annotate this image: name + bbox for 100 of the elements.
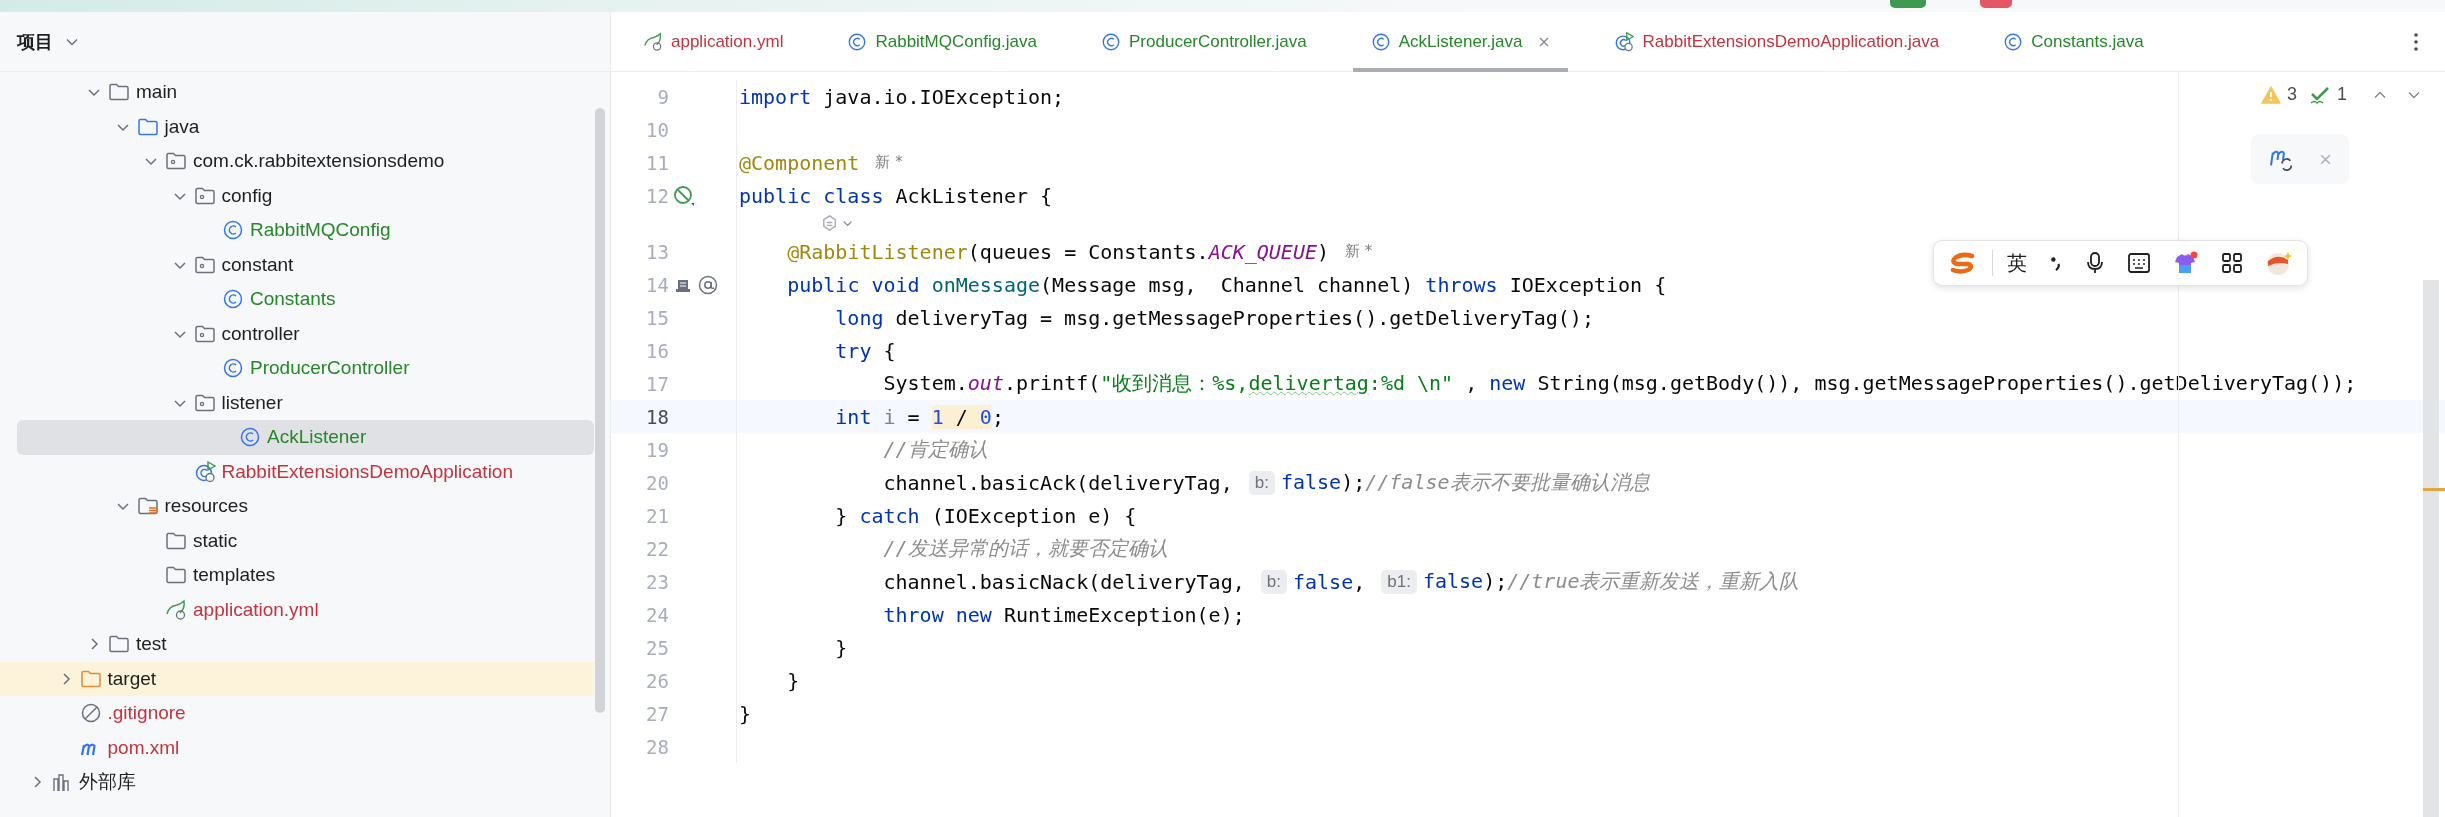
spring-app-icon bbox=[193, 460, 216, 483]
tree-item[interactable]: RabbitMQConfig bbox=[0, 213, 594, 248]
line-number: 26 bbox=[645, 669, 669, 692]
at-sign-icon[interactable] bbox=[697, 273, 719, 296]
more-options-icon[interactable] bbox=[2413, 31, 2419, 52]
code-text: long deliveryTag = msg.getMessageProperties().getDeliveryTag(); bbox=[835, 305, 1594, 330]
code-text: } bbox=[739, 701, 752, 726]
tree-item[interactable]: RabbitExtensionsDemoApplication bbox=[0, 454, 594, 489]
code-text: false);//true表示重新发送，重新入队 bbox=[1422, 568, 1800, 595]
parameter-hint: b1: bbox=[1381, 569, 1417, 594]
code-text: } bbox=[787, 668, 800, 693]
editor-tab[interactable]: AckListener.java bbox=[1352, 11, 1569, 72]
code-text: public class AckListener { bbox=[739, 183, 1053, 208]
file-name: ProducerController bbox=[250, 357, 410, 380]
keyboard-icon[interactable] bbox=[2127, 252, 2151, 274]
code-text: import java.io.IOException; bbox=[739, 84, 1065, 109]
code-text: //肯定确认 bbox=[883, 436, 988, 463]
line-number: 16 bbox=[645, 339, 669, 362]
file-name: templates bbox=[193, 564, 276, 587]
editor-tab[interactable]: RabbitExtensionsDemoApplication.java bbox=[1596, 11, 1958, 72]
shirt-icon[interactable] bbox=[2173, 251, 2199, 275]
tree-item[interactable]: config bbox=[0, 178, 594, 213]
line-number: 17 bbox=[645, 372, 669, 395]
ignore-icon bbox=[79, 702, 102, 725]
code-text: @RabbitListener(queues = Constants.ACK_QUEUE) bbox=[787, 239, 1330, 264]
tree-item[interactable]: static bbox=[0, 523, 594, 558]
tree-item[interactable]: ProducerController bbox=[0, 351, 594, 386]
author-hint[interactable]: 新 * bbox=[1345, 242, 1373, 261]
line-number: 10 bbox=[645, 118, 669, 141]
tree-item[interactable]: com.ck.rabbitextensionsdemo bbox=[0, 144, 594, 179]
parameter-hint: b: bbox=[1248, 470, 1275, 495]
editor-tab[interactable]: application.yml bbox=[625, 11, 802, 72]
close-icon[interactable] bbox=[1538, 35, 1551, 48]
line-number: 24 bbox=[645, 603, 669, 626]
tree-item[interactable]: .gitignore bbox=[0, 696, 594, 731]
editor-tab[interactable]: RabbitMQConfig.java bbox=[829, 11, 1056, 72]
tree-item[interactable]: templates bbox=[0, 558, 594, 593]
file-name: .gitignore bbox=[107, 702, 186, 725]
code-text: //发送异常的话，就要否定确认 bbox=[883, 535, 1168, 562]
tree-item[interactable]: constant bbox=[0, 247, 594, 282]
line-number: 14 bbox=[645, 273, 669, 296]
tree-item[interactable]: controller bbox=[0, 316, 594, 351]
line-number: 21 bbox=[645, 504, 669, 527]
line-number: 20 bbox=[645, 471, 669, 494]
tree-item[interactable]: Constants bbox=[0, 282, 594, 317]
class-icon bbox=[2003, 31, 2024, 52]
file-name: java bbox=[164, 115, 200, 138]
file-name: RabbitExtensionsDemoApplication bbox=[221, 460, 513, 483]
scrollbar-thumb[interactable] bbox=[595, 108, 605, 713]
toolbar-button[interactable] bbox=[1890, 0, 1926, 8]
tree-item[interactable]: main bbox=[0, 75, 594, 110]
warning-count: 3 bbox=[2286, 84, 2297, 105]
code-text: channel.basicAck(deliveryTag, bbox=[883, 470, 1234, 495]
tree-item[interactable]: test bbox=[0, 627, 594, 662]
line-number: 19 bbox=[645, 438, 669, 461]
class-icon bbox=[222, 219, 244, 242]
file-name: AckListener bbox=[267, 426, 367, 449]
code-text: } catch (IOException e) { bbox=[835, 503, 1137, 528]
tree-item[interactable]: application.yml bbox=[0, 592, 594, 627]
apps-grid-icon[interactable] bbox=[2221, 252, 2243, 274]
tree-item[interactable]: AckListener bbox=[17, 420, 594, 455]
file-name: pom.xml bbox=[107, 736, 180, 759]
scrollbar-thumb[interactable] bbox=[2423, 280, 2439, 817]
line-number: 23 bbox=[645, 570, 669, 593]
tree-item[interactable]: java bbox=[0, 109, 594, 144]
parameter-hint: b: bbox=[1260, 569, 1287, 594]
toolbar-button[interactable] bbox=[1980, 0, 2012, 8]
tree-item[interactable]: resources bbox=[0, 489, 594, 524]
file-name: resources bbox=[164, 495, 248, 518]
editor-tab[interactable]: Constants.java bbox=[1985, 11, 2162, 72]
tree-item[interactable]: listener bbox=[0, 385, 594, 420]
line-number: 18 bbox=[645, 405, 669, 428]
weak-warning-count: 1 bbox=[2337, 84, 2347, 105]
tree-item[interactable]: pom.xml bbox=[0, 730, 594, 765]
file-name: test bbox=[136, 633, 167, 656]
panel-title[interactable]: 项目 bbox=[17, 29, 53, 54]
file-name: target bbox=[107, 667, 157, 690]
code-text: throw new RuntimeException(e); bbox=[883, 602, 1245, 627]
check-icon[interactable] bbox=[2309, 84, 2331, 105]
file-name: config bbox=[221, 184, 273, 207]
code-text: false, bbox=[1292, 569, 1367, 594]
class-icon bbox=[222, 288, 244, 311]
author-hint[interactable]: 新 * bbox=[875, 153, 903, 172]
line-number: 15 bbox=[645, 306, 669, 329]
tree-item[interactable]: 外部库 bbox=[0, 765, 594, 800]
code-text: false);//false表示不要批量确认消息 bbox=[1280, 469, 1650, 496]
leaf-config-icon bbox=[643, 31, 663, 52]
file-name: Constants bbox=[250, 288, 336, 311]
input-mode-toggle[interactable]: 英 bbox=[2007, 249, 2027, 277]
line-number: 11 bbox=[645, 151, 669, 174]
code-text: System.out.printf("收到消息：%s,delivertag:%d \n" , new String(msg.getBody()), msg.getMessageProperties().getDeliveryTag()); bbox=[883, 370, 2357, 397]
microphone-icon[interactable] bbox=[2085, 251, 2105, 275]
file-name: constant bbox=[221, 253, 294, 276]
class-icon bbox=[239, 426, 261, 449]
editor-tab[interactable]: ProducerController.java bbox=[1083, 11, 1325, 72]
class-icon bbox=[1370, 31, 1391, 52]
bean-icon[interactable] bbox=[673, 184, 695, 207]
code-text: channel.basicNack(deliveryTag, bbox=[883, 569, 1246, 594]
line-number: 25 bbox=[645, 636, 669, 659]
tree-item[interactable]: target bbox=[0, 661, 594, 696]
